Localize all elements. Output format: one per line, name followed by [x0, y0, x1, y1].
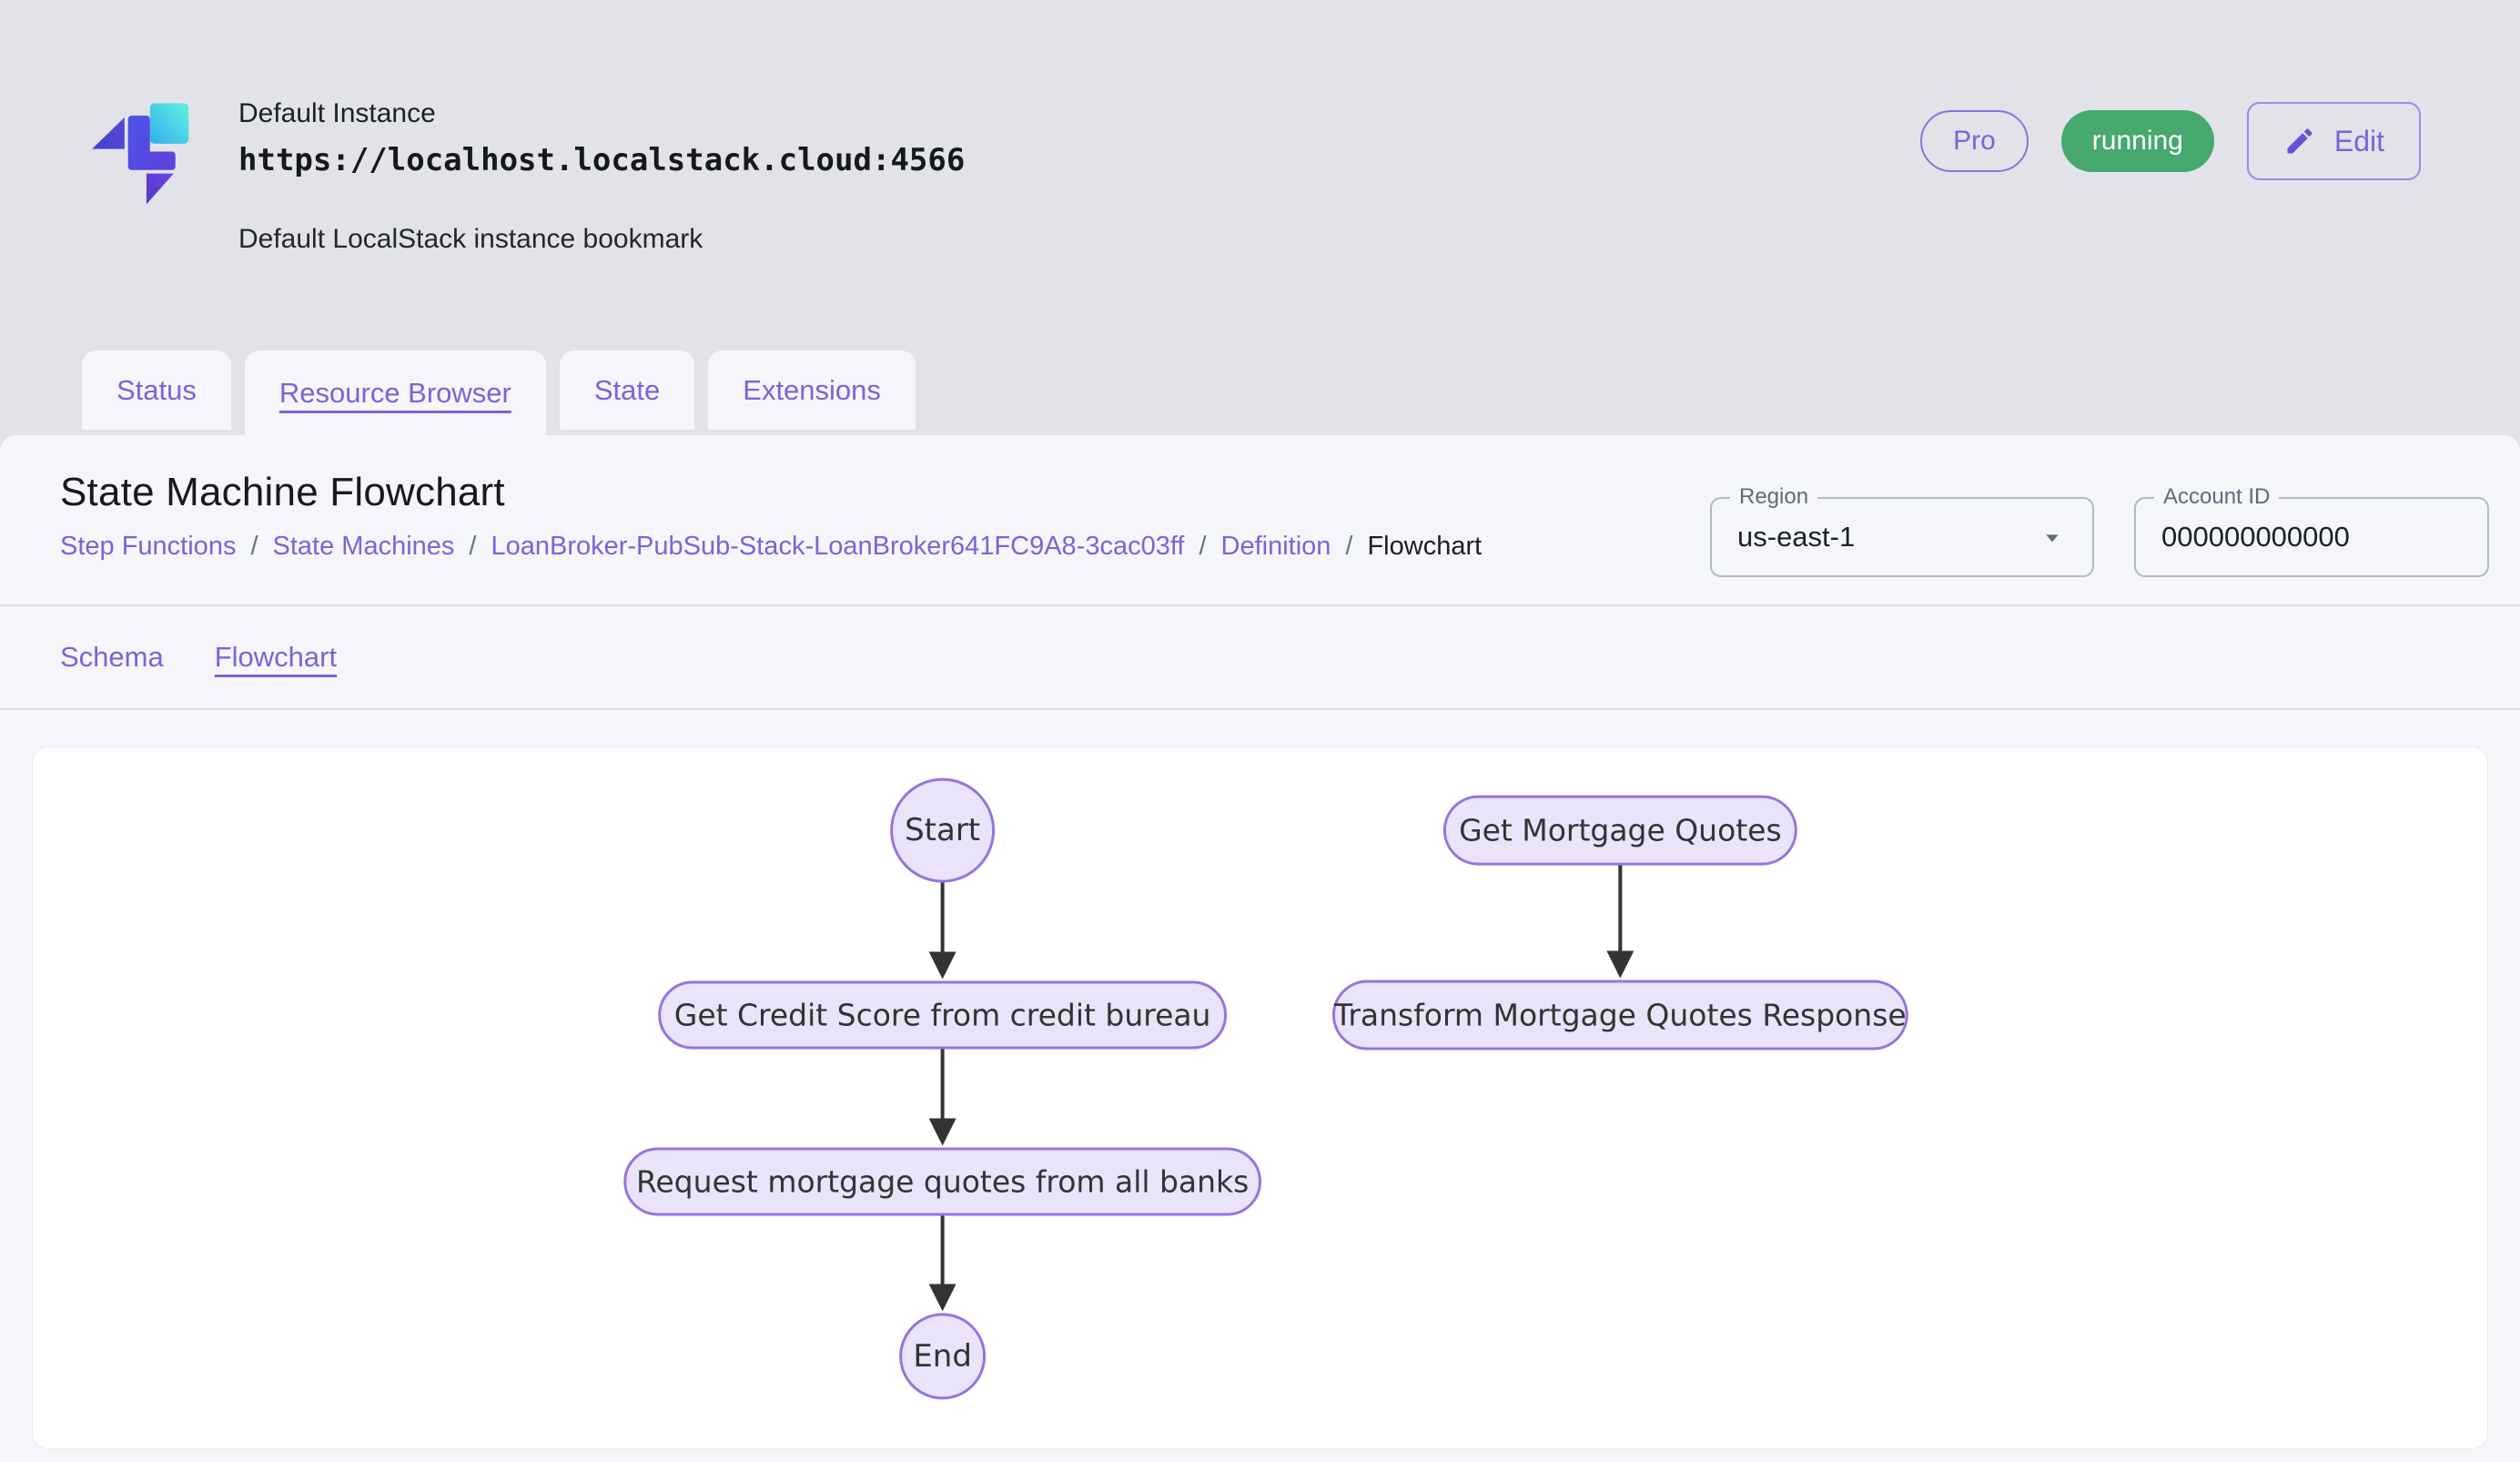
account-id-input[interactable]	[2136, 499, 2487, 575]
flow-node-end-label: End	[913, 1338, 972, 1375]
flow-node-transform-response-label: Transform Mortgage Quotes Response	[1333, 998, 1907, 1033]
breadcrumb-current: Flowchart	[1367, 532, 1482, 562]
subtab-schema[interactable]: Schema	[60, 641, 164, 674]
page-title: State Machine Flowchart	[60, 435, 1482, 515]
flowchart-canvas: Start Get Credit Score from credit burea…	[33, 747, 2487, 1448]
breadcrumb: Step Functions / State Machines / LoanBr…	[60, 532, 1482, 562]
flow-node-start: Start	[892, 779, 994, 881]
status-badge: running	[2061, 110, 2214, 172]
header-actions: Pro running Edit	[1920, 102, 2421, 180]
flow-node-get-mortgage-quotes: Get Mortgage Quotes	[1444, 797, 1796, 864]
flow-node-get-mortgage-quotes-label: Get Mortgage Quotes	[1459, 813, 1782, 848]
region-value: us-east-1	[1737, 521, 2038, 553]
definition-subtabs: Schema Flowchart	[0, 606, 2520, 708]
breadcrumb-state-machines[interactable]: State Machines	[273, 532, 455, 562]
region-label: Region	[1730, 484, 1817, 510]
instance-url: https://localhost.localstack.cloud:4566	[238, 142, 965, 178]
breadcrumb-definition[interactable]: Definition	[1221, 532, 1331, 562]
main-tabs: Status Resource Browser State Extensions	[82, 350, 916, 435]
breadcrumb-separator: /	[1199, 532, 1206, 562]
region-select[interactable]: Region us-east-1	[1710, 497, 2094, 577]
pencil-icon	[2283, 125, 2316, 157]
breadcrumb-step-functions[interactable]: Step Functions	[60, 532, 236, 562]
breadcrumb-separator: /	[250, 532, 258, 562]
panel-header: State Machine Flowchart Step Functions /…	[0, 435, 2520, 604]
edit-button-label: Edit	[2334, 125, 2384, 158]
resource-browser-panel: State Machine Flowchart Step Functions /…	[0, 435, 2520, 1462]
flow-node-get-credit-score: Get Credit Score from credit bureau	[660, 982, 1226, 1048]
tab-state[interactable]: State	[560, 350, 694, 430]
flow-node-request-quotes: Request mortgage quotes from all banks	[625, 1149, 1260, 1214]
subtab-flowchart[interactable]: Flowchart	[215, 641, 337, 674]
tab-status[interactable]: Status	[82, 350, 231, 430]
app-root: Default Instance https://localhost.local…	[0, 0, 2520, 1462]
chevron-down-icon	[2038, 523, 2067, 552]
edit-button[interactable]: Edit	[2247, 102, 2421, 180]
account-id-field: Account ID	[2134, 497, 2489, 577]
flow-node-transform-response: Transform Mortgage Quotes Response	[1333, 981, 1907, 1049]
breadcrumb-separator: /	[469, 532, 476, 562]
title-block: State Machine Flowchart Step Functions /…	[60, 435, 1482, 562]
subtab-divider	[0, 708, 2520, 710]
localstack-logo	[84, 91, 230, 214]
breadcrumb-state-machine-name[interactable]: LoanBroker-PubSub-Stack-LoanBroker641FC9…	[491, 532, 1184, 562]
pro-badge: Pro	[1920, 110, 2029, 172]
instance-name: Default Instance	[238, 98, 965, 129]
flow-node-start-label: Start	[905, 812, 980, 848]
account-id-label: Account ID	[2154, 484, 2279, 510]
tab-extensions[interactable]: Extensions	[708, 350, 916, 430]
instance-description: Default LocalStack instance bookmark	[238, 224, 965, 255]
flow-node-request-quotes-label: Request mortgage quotes from all banks	[636, 1163, 1249, 1199]
flow-node-end: End	[901, 1315, 985, 1398]
instance-info: Default Instance https://localhost.local…	[238, 98, 965, 255]
flow-node-get-credit-score-label: Get Credit Score from credit bureau	[674, 998, 1211, 1033]
context-controls: Region us-east-1 Account ID	[1710, 497, 2489, 577]
breadcrumb-separator: /	[1345, 532, 1352, 562]
tab-resource-browser[interactable]: Resource Browser	[245, 350, 546, 435]
flowchart-card: Start Get Credit Score from credit burea…	[32, 746, 2488, 1449]
